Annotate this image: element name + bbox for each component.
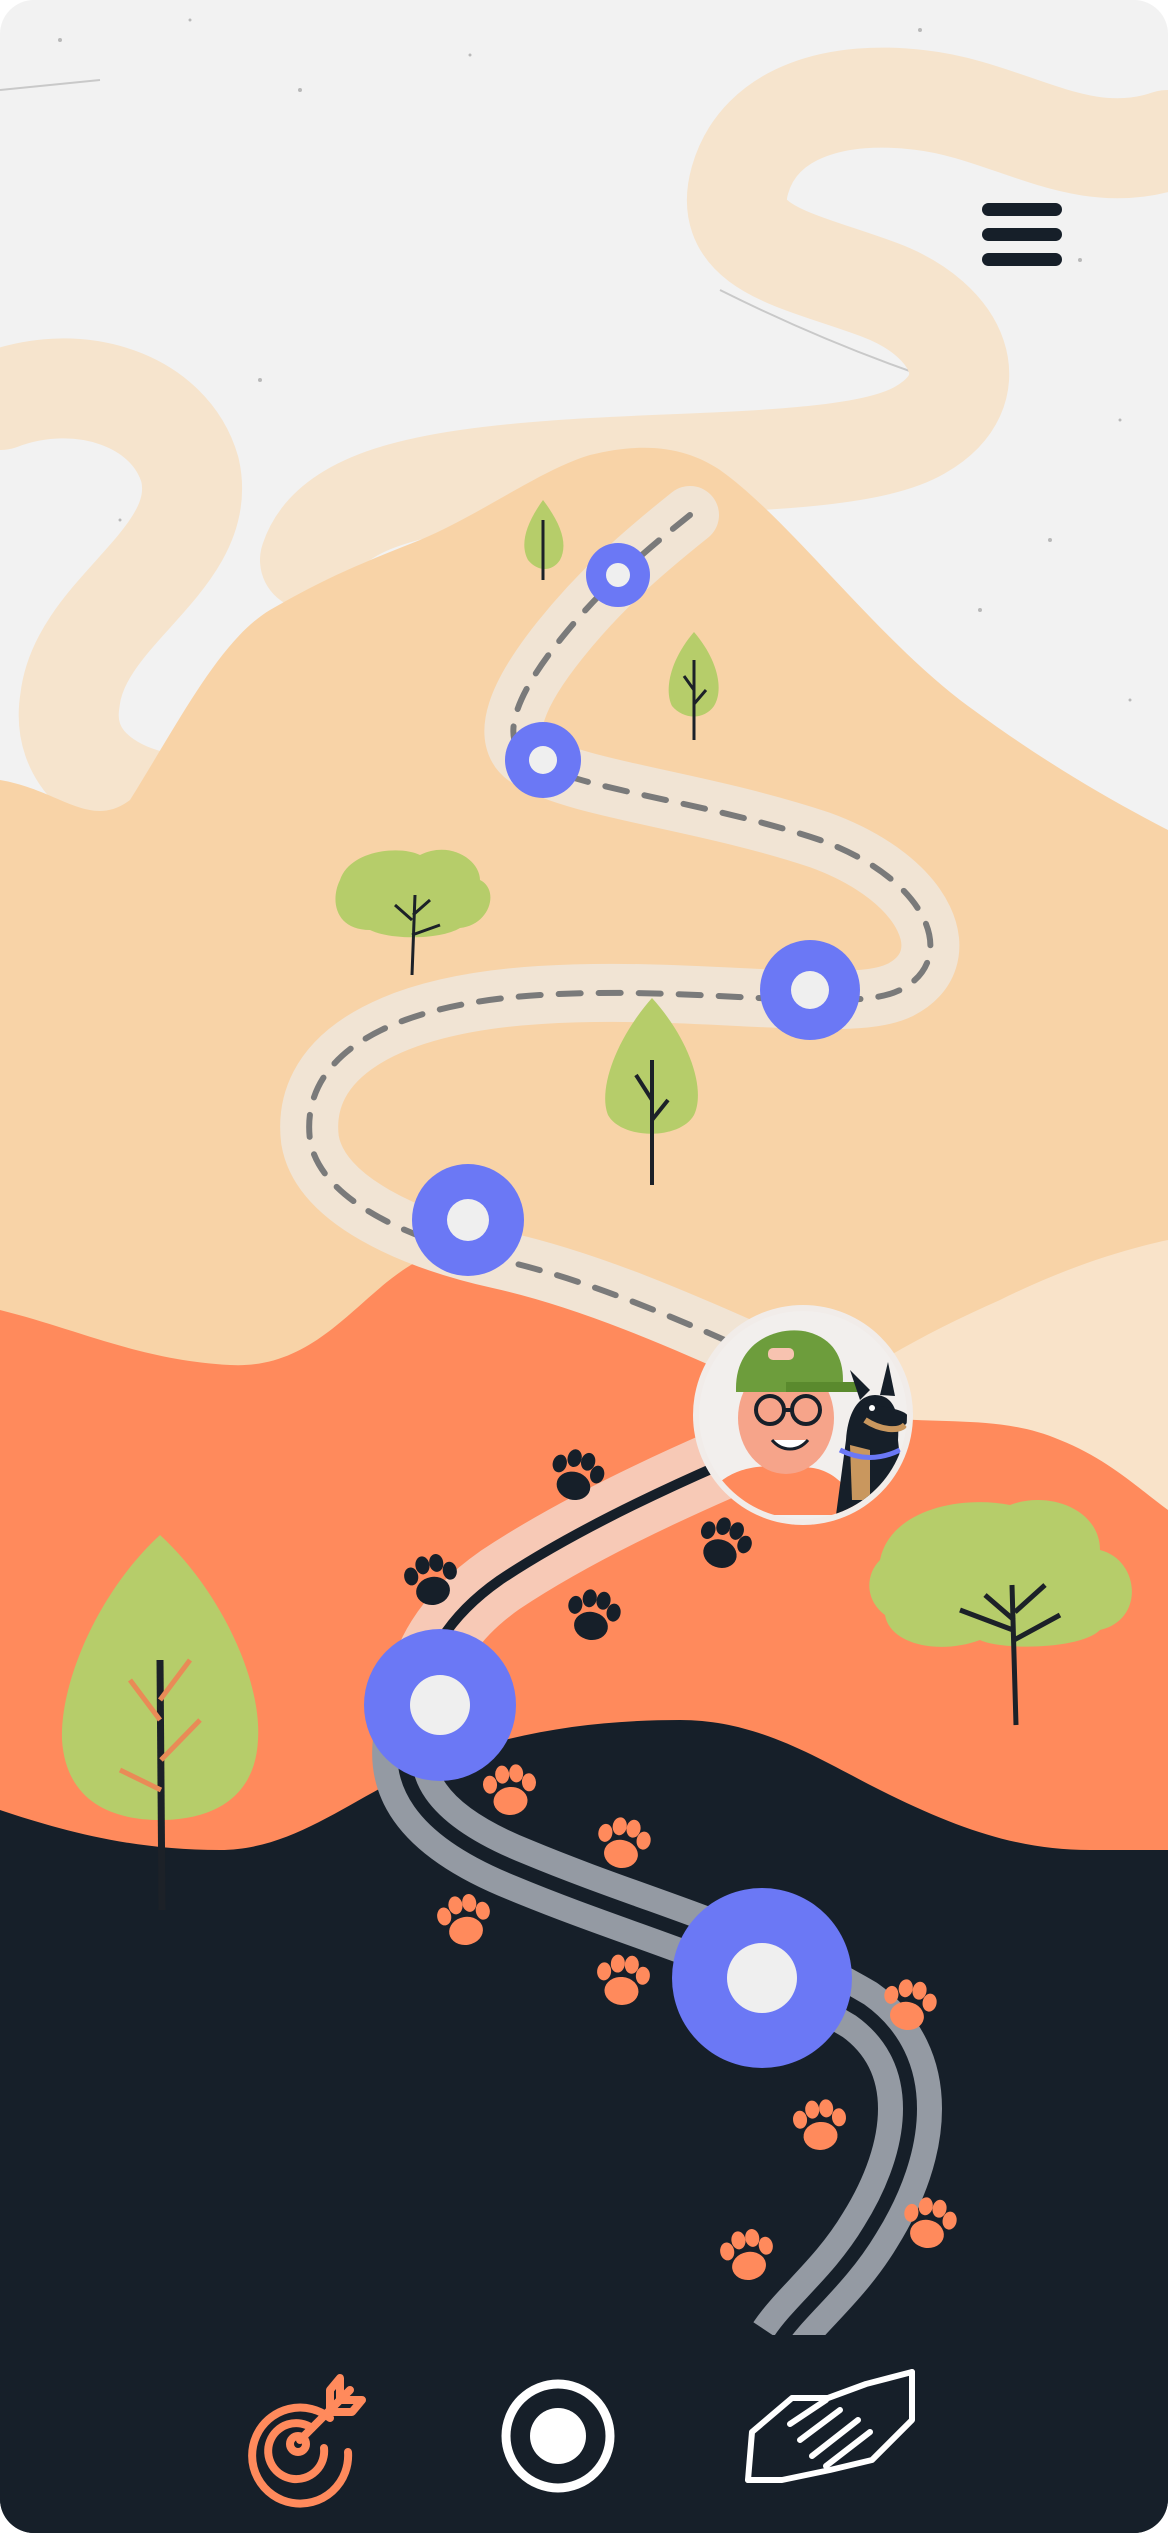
target-arrow-icon[interactable] bbox=[236, 2374, 366, 2508]
journey-map-scene bbox=[0, 0, 1168, 2533]
milestone-5[interactable] bbox=[364, 1629, 516, 1781]
milestone-2[interactable] bbox=[505, 722, 581, 798]
hamburger-menu-icon[interactable] bbox=[975, 200, 1065, 272]
handshake-icon[interactable] bbox=[740, 2369, 920, 2483]
milestone-6[interactable] bbox=[672, 1888, 852, 2068]
milestone-4[interactable] bbox=[412, 1164, 524, 1276]
milestone-1[interactable] bbox=[586, 543, 650, 607]
milestone-3[interactable] bbox=[760, 940, 860, 1040]
app-screen bbox=[0, 0, 1168, 2533]
user-avatar[interactable] bbox=[693, 1305, 913, 1525]
